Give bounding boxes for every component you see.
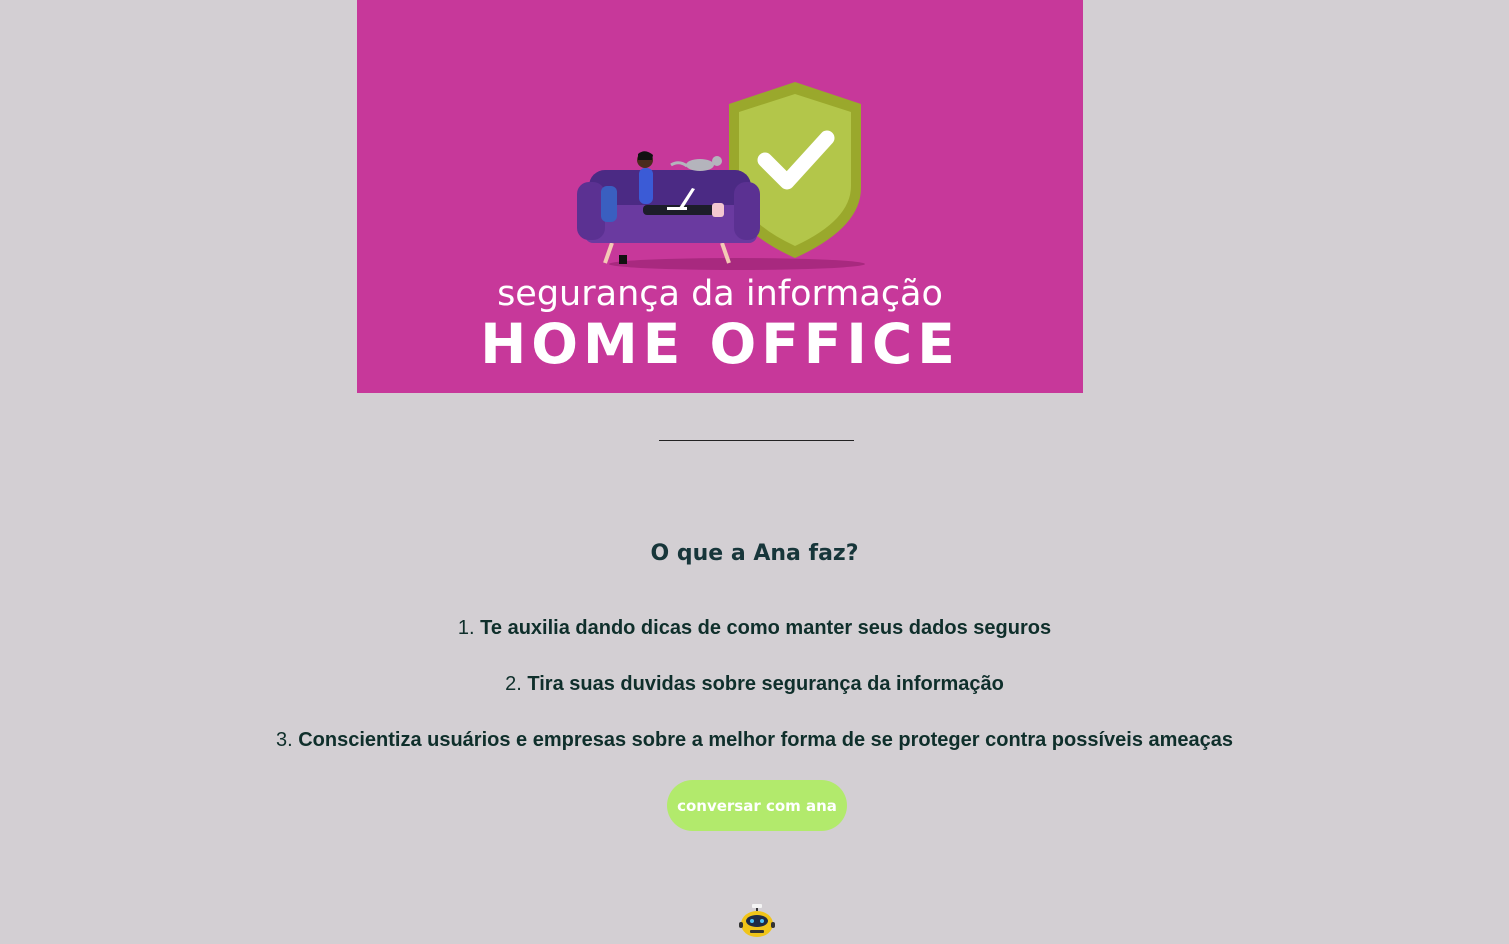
banner-subtitle: segurança da informação bbox=[497, 274, 943, 314]
page: segurança da informação HOME OFFICE O qu… bbox=[0, 0, 1509, 944]
list-item-text: Te auxilia dando dicas de como manter se… bbox=[480, 617, 1052, 639]
list-item-number: 3. bbox=[275, 729, 293, 751]
robot-icon[interactable] bbox=[738, 902, 776, 942]
list-item-text: Conscientiza usuários e empresas sobre a… bbox=[298, 729, 1234, 751]
section-heading: O que a Ana faz? bbox=[650, 541, 859, 566]
features-list: 1. Te auxilia dando dicas de como manter… bbox=[0, 612, 1509, 780]
divider bbox=[659, 440, 854, 441]
hero-banner: segurança da informação HOME OFFICE bbox=[357, 0, 1083, 393]
chat-with-ana-button[interactable]: conversar com ana bbox=[667, 780, 847, 831]
list-item-text: Tira suas duvidas sobre segurança da inf… bbox=[527, 673, 1004, 695]
list-item: 3. Conscientiza usuários e empresas sobr… bbox=[0, 724, 1509, 780]
list-item: 2. Tira suas duvidas sobre segurança da … bbox=[0, 668, 1509, 724]
list-item-number: 2. bbox=[505, 673, 522, 695]
list-item: 1. Te auxilia dando dicas de como manter… bbox=[0, 612, 1509, 668]
list-item-number: 1. bbox=[457, 617, 475, 639]
banner-title: HOME OFFICE bbox=[480, 312, 960, 376]
